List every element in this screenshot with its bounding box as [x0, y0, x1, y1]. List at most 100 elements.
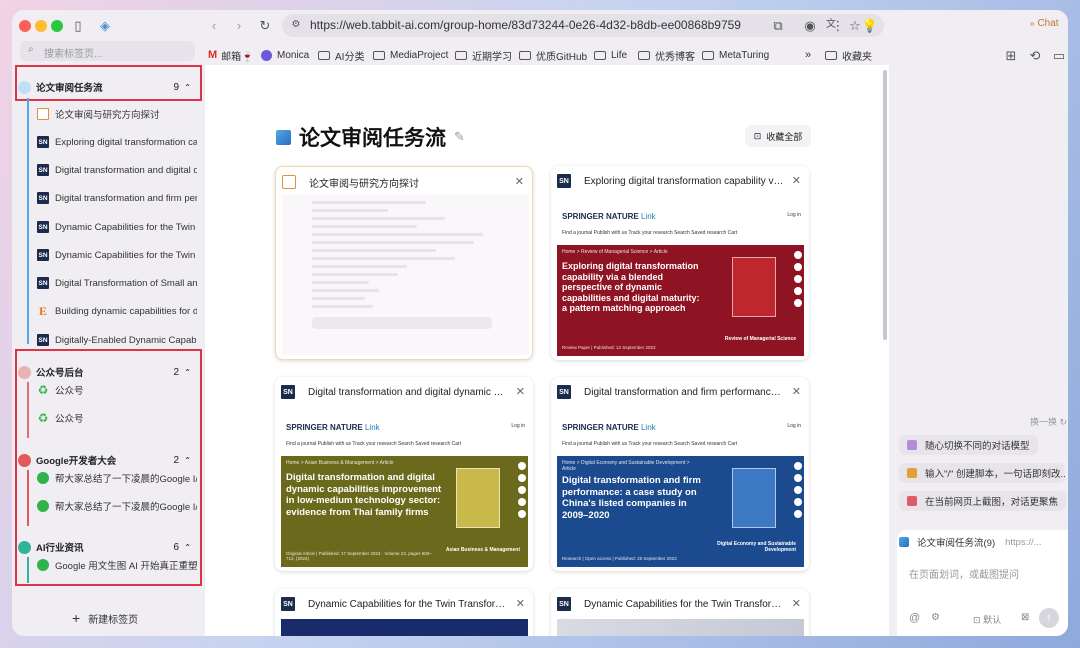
folder-icon [825, 50, 837, 60]
bookmark-favorites[interactable]: 收藏夹 [825, 47, 872, 63]
sidebar-tab-item[interactable]: ♻ 公众号 [37, 409, 197, 427]
panel-icon[interactable]: ▭ [1050, 46, 1068, 64]
suggestion-chip[interactable]: 输入"/" 创建脚本，一句话即刻改... [899, 463, 1065, 483]
scrollbar[interactable] [883, 70, 887, 340]
bookmark-label: Life [611, 49, 628, 61]
tab-card[interactable]: SN Exploring digital transformation capab… [551, 166, 809, 360]
tab-group-icon [18, 540, 31, 554]
new-window-icon[interactable]: ⊞ [1002, 46, 1020, 64]
assistant-input[interactable]: 在页面划词，或截图提问 [909, 566, 1019, 581]
refresh-label: 换一换 [1030, 417, 1058, 427]
bookmark-monica[interactable]: Monica [261, 47, 309, 63]
settings-icon[interactable]: ⚙ [931, 612, 940, 623]
at-mention-icon[interactable]: @ [909, 612, 920, 624]
tab-card[interactable]: SN Dynamic Capabilities for the Twin Tran… [551, 589, 809, 636]
tab-card[interactable]: SN Digital transformation and digital dyn… [275, 377, 533, 571]
edit-pencil-icon[interactable]: ✎ [454, 129, 465, 145]
bookmark-label: 优秀博客 [655, 51, 695, 63]
more-bookmarks-icon[interactable]: » [805, 47, 811, 63]
history-icon[interactable]: ⟲ [1026, 46, 1044, 64]
sidebar-tab-item[interactable]: 帮大家总结了一下凌晨的Google I/O [37, 497, 197, 515]
group-header-ai-news[interactable]: AI行业资讯 6 ⌃ [18, 537, 193, 557]
bookmark-metaturing[interactable]: MetaTuring [702, 47, 769, 63]
chat-icon [37, 108, 49, 120]
sidebar-tab-item[interactable]: Google 用文生图 AI 开始真正重塑 [37, 556, 197, 574]
model-selector[interactable]: ⊡ 默认 [973, 613, 1001, 626]
close-icon[interactable]: ✕ [792, 174, 801, 187]
tab-search-input[interactable]: ⌕ 搜索标签页... [20, 41, 195, 61]
tab-title: Digital Transformation of Small and medi… [55, 277, 197, 289]
folder-icon [519, 50, 531, 60]
springer-nature-icon: SN [37, 277, 49, 289]
card-header: SN Digital transformation and digital dyn… [281, 383, 526, 401]
refresh-suggestions-button[interactable]: 换一换 ↻ [1030, 415, 1067, 428]
new-tab-button[interactable]: + 新建标签页 [72, 610, 138, 626]
sidebar-tab-item[interactable]: SN Digital Transformation of Small and me… [37, 274, 197, 292]
send-button[interactable]: ↑ [1039, 608, 1059, 628]
sidebar-tab-item[interactable]: E Building dynamic capabilities for digit… [37, 302, 197, 320]
sidebar-tab-item[interactable]: SN Digitally-Enabled Dynamic Capabilities [37, 331, 197, 349]
group-header-paper-review[interactable]: 论文审阅任务流 9 ⌃ [18, 77, 193, 97]
close-icon[interactable]: ✕ [792, 385, 801, 398]
sidebar-tab-item[interactable]: ♻ 公众号 [37, 381, 197, 399]
card-header: 论文审阅与研究方向探讨 [282, 173, 527, 191]
tab-card[interactable]: 论文审阅与研究方向探讨 ✕ [275, 166, 533, 360]
input-placeholder: 在页面划词，或截图提问 [909, 570, 1019, 581]
bookmark-recent[interactable]: 近期学习 [455, 47, 512, 63]
close-icon[interactable]: ✕ [515, 175, 524, 188]
refresh-icon: ↻ [1059, 417, 1068, 427]
bookmark-blogs[interactable]: 优秀博客 [638, 47, 695, 63]
springer-nature-icon: SN [37, 334, 49, 346]
sidebar-tab-item[interactable]: SN Digital transformation and digital dyn… [37, 161, 197, 179]
close-icon[interactable]: ✕ [792, 597, 801, 610]
group-name: 论文审阅任务流 [36, 83, 103, 94]
tab-title: 帮大家总结了一下凌晨的Google I/O [55, 502, 197, 513]
tab-group-icon [18, 365, 31, 379]
group-header-google-io[interactable]: Google开发者大会 2 ⌃ [18, 450, 193, 470]
group-count: 6 [173, 541, 179, 553]
context-tab-chip[interactable]: 论文审阅任务流(9) https://... [899, 533, 1064, 551]
tab-card[interactable]: SN Digital transformation and firm perfor… [551, 377, 809, 571]
sidebar-tab-item[interactable]: 帮大家总结了一下凌晨的Google I/O [37, 469, 197, 487]
favorite-all-button[interactable]: ⊡ 收藏全部 [745, 125, 811, 147]
bookmark-mail[interactable]: M 邮箱🍷 [208, 47, 254, 63]
tab-title: 公众号 [55, 386, 84, 397]
monica-icon [261, 49, 272, 61]
chevron-up-icon[interactable]: ⌃ [184, 368, 191, 377]
group-header-wechat-backend[interactable]: 公众号后台 2 ⌃ [18, 362, 193, 382]
close-icon[interactable]: ✕ [516, 385, 525, 398]
bookmark-life[interactable]: Life [594, 47, 627, 63]
thumb-article-title: Digital transformation and digital dynam… [286, 472, 442, 518]
journal-cover [456, 468, 500, 528]
thumb-brand: SPRINGER NATURE Link Log in [557, 419, 804, 437]
close-icon[interactable]: ✕ [516, 597, 525, 610]
suggestion-chip[interactable]: 在当前网页上截图，对话更聚焦 [899, 491, 1067, 511]
sidebar-tab-item[interactable]: 论文审阅与研究方向探讨 [37, 105, 197, 123]
suggestion-chip[interactable]: 随心切换不同的对话模型 [899, 435, 1038, 455]
folder-icon [455, 50, 467, 60]
sidebar-tab-item[interactable]: SN Exploring digital transformation capab… [37, 133, 197, 151]
model-label: 默认 [983, 615, 1002, 625]
screenshot-icon[interactable]: ⊠ [1021, 612, 1029, 623]
tab-card[interactable]: SN Dynamic Capabilities for the Twin Tran… [275, 589, 533, 636]
sidebar-tab-item[interactable]: SN Digital transformation and firm perfor… [37, 189, 197, 207]
sidebar-tab-item[interactable]: SN Dynamic Capabilities for the Twin Tran… [37, 218, 197, 236]
thumb-brand-text: SPRINGER NATURE [562, 423, 639, 432]
sidebar-tab-item[interactable]: SN Dynamic Capabilities for the Twin Tran… [37, 246, 197, 264]
chevron-up-icon[interactable]: ⌃ [184, 543, 191, 552]
thumb-hero: Home > Asian Business & Management > Art… [281, 456, 528, 567]
thumb-brand-link: Link [364, 423, 380, 432]
thumb-article-title: Exploring digital transformation capabil… [562, 261, 700, 313]
thumb-article-title: Digital transformation and firm performa… [562, 475, 701, 521]
bookmark-mediaproject[interactable]: MediaProject [373, 47, 448, 63]
thumb-nav: Find a journal Publish with us Track you… [562, 230, 738, 236]
journal-cover-label: Review of Managerial Science [724, 336, 796, 342]
chevron-up-icon[interactable]: ⌃ [184, 456, 191, 465]
card-thumbnail [557, 619, 804, 636]
springer-nature-icon: SN [281, 385, 295, 399]
wechat-official-icon: ♻ [37, 383, 49, 397]
bookmark-ai[interactable]: AI分类 [318, 47, 364, 63]
bookmark-github[interactable]: 优质GitHub [519, 47, 587, 63]
thumb-share-icons [794, 462, 802, 542]
chevron-up-icon[interactable]: ⌃ [184, 83, 191, 92]
